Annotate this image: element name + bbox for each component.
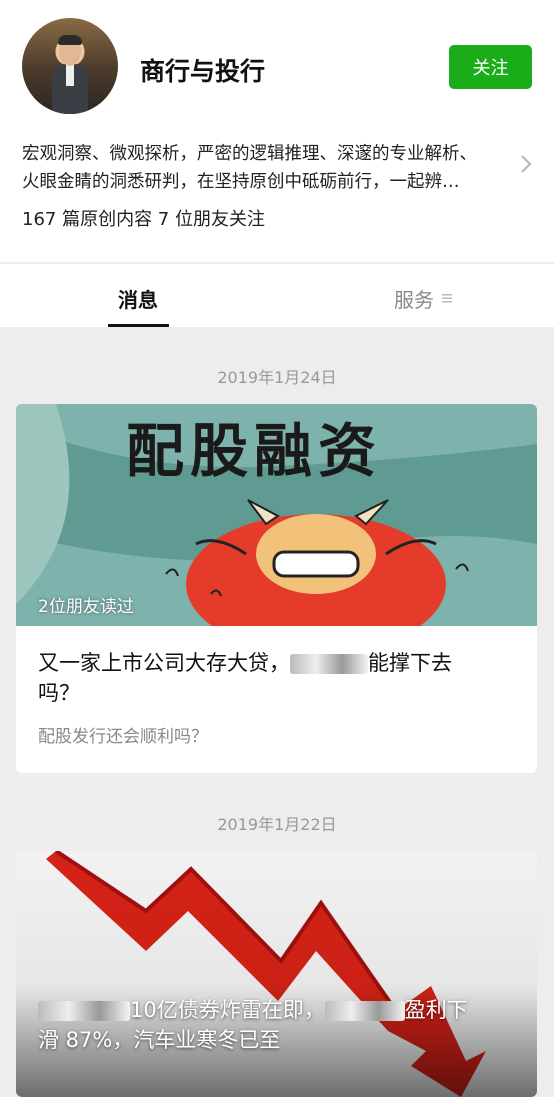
active-tab-indicator: [108, 324, 169, 327]
account-description[interactable]: 宏观洞察、微观探析，严密的逻辑推理、深邃的专业解析、 火眼金睛的洞悉研判，在坚持…: [22, 140, 520, 196]
description-line-2: 火眼金睛的洞悉研判，在坚持原创中砥砺前行，一起辨…: [22, 172, 460, 192]
falling-arrow-illustration: [16, 851, 537, 1097]
menu-icon: [442, 294, 452, 303]
redacted-text: [324, 1001, 405, 1021]
title-part-2: 盈利下: [404, 998, 468, 1022]
date-label: 2019年1月22日: [217, 815, 337, 834]
redacted-text: [38, 1001, 130, 1021]
follow-button[interactable]: 关注: [449, 45, 532, 89]
title-part-2: 能撑下去: [368, 651, 452, 675]
article-subtitle: 配股发行还会顺利吗？: [38, 727, 208, 747]
friends-read-label: 2位朋友读过: [38, 597, 134, 617]
redacted-text: [290, 654, 368, 674]
title-part-1: 10亿债券炸雷在即，: [130, 998, 325, 1022]
chevron-right-icon[interactable]: [519, 152, 533, 176]
avatar[interactable]: [22, 18, 118, 114]
tab-bar: 消息 服务: [0, 263, 554, 327]
account-stats: 167 篇原创内容 7 位朋友关注: [22, 209, 265, 230]
article-cover-image: [16, 851, 537, 1097]
tab-messages[interactable]: 消息: [118, 284, 158, 313]
article-title: 又一家上市公司大存大贷， 能撑下去 吗？: [38, 648, 523, 708]
title-part-1: 又一家上市公司大存大贷，: [38, 651, 290, 675]
title-line-2: 滑 87%，汽车业寒冬已至: [38, 1028, 281, 1052]
date-label: 2019年1月24日: [217, 368, 337, 387]
article-cover-image: 配股融资 2位朋友读过: [16, 404, 537, 626]
article-card[interactable]: 配股融资 2位朋友读过 又一家上市公司大存大贷， 能撑下去 吗？ 配股发行还会顺利…: [16, 404, 537, 773]
tab-services[interactable]: 服务: [394, 284, 434, 313]
article-card[interactable]: 10亿债券炸雷在即， 盈利下 滑 87%，汽车业寒冬已至: [16, 851, 537, 1097]
description-line-1: 宏观洞察、微观探析，严密的逻辑推理、深邃的专业解析、: [22, 144, 477, 164]
avatar-hair: [58, 35, 82, 45]
article-title: 10亿债券炸雷在即， 盈利下 滑 87%，汽车业寒冬已至: [38, 995, 528, 1055]
cover-caption: 配股融资: [126, 417, 383, 485]
title-line-2: 吗？: [38, 681, 80, 705]
profile-header: 商行与投行 关注 宏观洞察、微观探析，严密的逻辑推理、深邃的专业解析、 火眼金睛…: [0, 0, 554, 262]
account-name: 商行与投行: [140, 57, 266, 86]
avatar-shirt: [66, 64, 74, 86]
